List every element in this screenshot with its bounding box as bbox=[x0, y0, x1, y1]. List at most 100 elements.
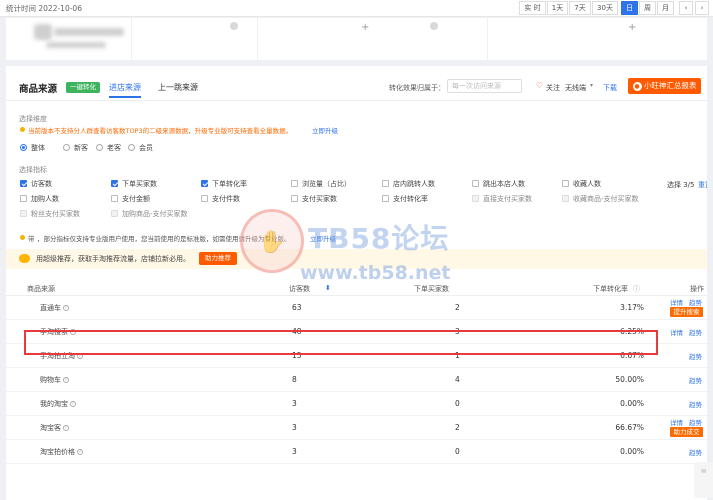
prev-date-button[interactable]: ‹ bbox=[679, 1, 693, 15]
watermark-logo: ✋ bbox=[240, 209, 304, 273]
source-name-text: 淘宝客 bbox=[40, 424, 61, 432]
dimension-tip: 当前版本不支持分人群查看访客数TOP3的二级来源数据，升级专业版可支持查看全量数… bbox=[28, 127, 293, 135]
sort-desc-icon[interactable]: ⬍ bbox=[325, 284, 331, 292]
metrics-count: 选择 3/5 bbox=[667, 181, 695, 189]
metric-label: 支付件数 bbox=[212, 195, 240, 203]
feedback-fab[interactable]: ✉ bbox=[694, 462, 713, 498]
col-header-ops: 操作 bbox=[690, 285, 704, 293]
fox-icon: ● bbox=[632, 82, 642, 91]
range-week-button[interactable]: 周 bbox=[639, 1, 656, 15]
detail-link[interactable]: 详情 bbox=[670, 297, 683, 307]
boost-button[interactable]: 助力成交 bbox=[670, 427, 703, 437]
convert-badge-button[interactable]: 一键转化 bbox=[66, 82, 100, 93]
metric-label: 收藏人数 bbox=[573, 180, 601, 188]
trend-link[interactable]: 趋势 bbox=[689, 417, 702, 427]
table-row[interactable]: 购物车? 8 4 50.00% 趋势 bbox=[6, 368, 707, 392]
divider bbox=[6, 100, 707, 101]
summary-report-button[interactable]: ● 小旺神汇总报表 bbox=[628, 78, 701, 94]
metric-checkbox[interactable] bbox=[472, 180, 479, 187]
source-name: 淘宝客? bbox=[40, 423, 69, 433]
radio-member[interactable] bbox=[128, 144, 135, 151]
metric-checkbox[interactable] bbox=[562, 180, 569, 187]
metric-checkbox[interactable] bbox=[201, 180, 208, 187]
rate-help-icon[interactable]: ⓘ bbox=[633, 284, 640, 294]
tab-shop-entry-source[interactable]: 进店来源 bbox=[109, 82, 141, 98]
range-month-button[interactable]: 月 bbox=[657, 1, 674, 15]
cell-buyers: 0 bbox=[455, 447, 460, 456]
cell-buyers: 0 bbox=[455, 399, 460, 408]
help-icon[interactable]: ? bbox=[63, 305, 69, 311]
download-link[interactable]: 下载 bbox=[603, 83, 617, 93]
metric-checkbox[interactable] bbox=[382, 195, 389, 202]
radio-old-customer[interactable] bbox=[96, 144, 103, 151]
reset-link[interactable]: 重置 bbox=[698, 180, 707, 190]
device-select[interactable]: 无线端 bbox=[565, 83, 586, 93]
metric-checkbox[interactable] bbox=[291, 180, 298, 187]
next-date-button[interactable]: › bbox=[695, 1, 709, 15]
help-icon[interactable]: ? bbox=[77, 449, 83, 455]
help-icon[interactable]: ? bbox=[63, 425, 69, 431]
metric-checkbox[interactable] bbox=[20, 195, 27, 202]
source-name-text: 淘宝拍价格 bbox=[40, 448, 75, 456]
trend-link[interactable]: 趋势 bbox=[689, 399, 702, 409]
metric-checkbox[interactable] bbox=[382, 180, 389, 187]
cell-buyers: 4 bbox=[455, 375, 460, 384]
trend-link[interactable]: 趋势 bbox=[689, 375, 702, 385]
table-row[interactable]: 我的淘宝? 3 0 0.00% 趋势 bbox=[6, 392, 707, 416]
metric-checkbox[interactable] bbox=[291, 195, 298, 202]
metrics-note-prefix: 带 bbox=[28, 235, 35, 243]
table-row[interactable]: 淘宝拍价格? 3 0 0.00% 趋势 bbox=[6, 440, 707, 464]
metric-checkbox bbox=[472, 195, 479, 202]
upgrade-link[interactable]: 立即升级 bbox=[312, 125, 338, 135]
metric-checkbox[interactable] bbox=[20, 180, 27, 187]
metric-label: 支付转化率 bbox=[393, 195, 428, 203]
col-header-buyers: 下单买家数 bbox=[414, 285, 449, 293]
metric-label: 支付金额 bbox=[122, 195, 150, 203]
radio-overall[interactable] bbox=[20, 144, 27, 151]
metric-checkbox bbox=[111, 210, 118, 217]
radio-new-customer[interactable] bbox=[63, 144, 70, 151]
range-7d-button[interactable]: 7天 bbox=[569, 1, 591, 15]
help-icon[interactable]: ? bbox=[70, 401, 76, 407]
heart-icon[interactable]: ♡ bbox=[536, 81, 543, 90]
cell-rate: 66.67% bbox=[615, 423, 644, 432]
source-name: 我的淘宝? bbox=[40, 399, 76, 409]
help-icon[interactable]: ? bbox=[63, 377, 69, 383]
trend-link[interactable]: 趋势 bbox=[689, 327, 702, 337]
cell-visitors: 8 bbox=[292, 375, 297, 384]
metric-label: 跳出本店人数 bbox=[483, 180, 525, 188]
metric-checkbox[interactable] bbox=[111, 180, 118, 187]
detail-link[interactable]: 详情 bbox=[670, 417, 683, 427]
add-item-icon[interactable]: + bbox=[361, 22, 369, 33]
promo-icon bbox=[19, 254, 30, 263]
source-name-text: 我的淘宝 bbox=[40, 400, 68, 408]
card-slot-icon bbox=[230, 22, 238, 30]
summary-report-label: 小旺神汇总报表 bbox=[643, 81, 697, 90]
stat-date: 统计时间 2022-10-06 bbox=[6, 4, 82, 13]
chevron-down-icon: ▾ bbox=[590, 82, 594, 89]
watermark-title: TB58论坛 bbox=[308, 222, 450, 255]
range-30d-button[interactable]: 30天 bbox=[592, 1, 618, 15]
promo-button[interactable]: 助力推荐 bbox=[199, 252, 237, 265]
range-realtime-button[interactable]: 实 时 bbox=[519, 1, 546, 15]
metric-label: 下单转化率 bbox=[212, 180, 247, 188]
trend-link[interactable]: 趋势 bbox=[689, 351, 702, 361]
metric-checkbox[interactable] bbox=[111, 195, 118, 202]
range-1d-button[interactable]: 1天 bbox=[547, 1, 568, 15]
card-divider bbox=[257, 18, 258, 60]
range-day-button[interactable]: 日 bbox=[621, 1, 638, 15]
table-row[interactable]: 直通车? 63 2 3.17% 详情 趋势 提升搜索 bbox=[6, 296, 707, 320]
highlight-frame bbox=[24, 330, 658, 355]
boost-button[interactable]: 提升搜索 bbox=[670, 307, 703, 317]
trend-link[interactable]: 趋势 bbox=[689, 447, 702, 457]
effect-attribution-select[interactable]: 每一次访问来源 bbox=[447, 79, 522, 93]
tab-previous-hop-source[interactable]: 上一跳来源 bbox=[158, 82, 198, 93]
metric-label: 加购商品-支付买家数 bbox=[122, 210, 188, 218]
table-row[interactable]: 淘宝客? 3 2 66.67% 详情 趋势 助力成交 bbox=[6, 416, 707, 440]
detail-link[interactable]: 详情 bbox=[670, 327, 683, 337]
trend-link[interactable]: 趋势 bbox=[689, 297, 702, 307]
metric-checkbox[interactable] bbox=[201, 195, 208, 202]
follow-link[interactable]: 关注 bbox=[546, 83, 560, 93]
add-item-icon[interactable]: + bbox=[628, 22, 636, 33]
col-header-visitors[interactable]: 访客数 bbox=[289, 284, 310, 294]
